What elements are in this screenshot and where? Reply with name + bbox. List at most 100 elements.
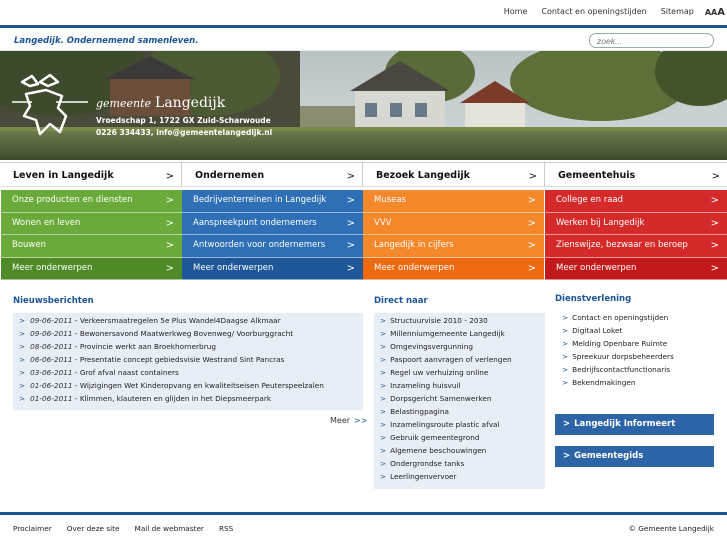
- menu-item[interactable]: College en raad >: [545, 190, 727, 213]
- news-item[interactable]: >09-06-2011 - Bewonersavond Maatwerkweg …: [19, 329, 363, 342]
- chevron-right-icon: >: [563, 451, 571, 461]
- langedijk-lion-logo: [12, 73, 88, 136]
- menu-item[interactable]: Antwoorden voor ondernemers >: [182, 235, 363, 258]
- top-nav-home[interactable]: Home: [497, 7, 535, 18]
- menu-item-more[interactable]: Meer onderwerpen >: [363, 257, 544, 280]
- col-header-bezoek[interactable]: Bezoek Langedijk >: [362, 162, 544, 187]
- chevron-right-icon: >: [380, 433, 387, 442]
- service-item[interactable]: > Contact en openingstijden: [555, 313, 715, 326]
- direct-item[interactable]: > Millenniumgemeente Langedijk: [380, 329, 545, 342]
- top-nav-sitemap[interactable]: Sitemap: [654, 7, 701, 18]
- menu-item[interactable]: Aanspreekpunt ondernemers >: [182, 213, 363, 235]
- service-item-label: Bedrijfscontactfunctionaris: [572, 365, 671, 374]
- direct-item-label: Leerlingenvervoer: [390, 472, 457, 481]
- menu-item-label: Bouwen: [12, 240, 46, 250]
- direct-item[interactable]: > Belastingpagina: [380, 407, 545, 420]
- col-header-ondernemen[interactable]: Ondernemen >: [181, 162, 362, 187]
- service-item[interactable]: > Bekendmakingen: [555, 378, 715, 391]
- col-header-label: Bezoek Langedijk: [376, 170, 470, 181]
- menu-item-label: Zienswijze, bezwaar en beroep: [556, 240, 688, 250]
- chevron-right-icon: >: [380, 472, 387, 481]
- chevron-right-icon: >: [562, 378, 569, 387]
- chevron-right-icon: >: [165, 171, 174, 182]
- col-header-gemeentehuis[interactable]: Gemeentehuis >: [544, 162, 727, 187]
- gemeentegids-button[interactable]: > Gemeentegids: [555, 446, 714, 467]
- direct-item[interactable]: > Dorpsgericht Samenwerken: [380, 394, 545, 407]
- col-header-label: Ondernemen: [195, 170, 265, 181]
- chevron-right-icon: >: [346, 262, 355, 274]
- direct-item[interactable]: > Leerlingenvervoer: [380, 472, 545, 485]
- menu-item[interactable]: Bouwen >: [1, 235, 182, 258]
- direct-item[interactable]: > Ondergrondse tanks: [380, 459, 545, 472]
- chevron-right-icon: >: [562, 365, 569, 374]
- news-title: Bewonersavond Maatwerkweg Bovenweg/ Voor…: [79, 329, 294, 338]
- chevron-right-icon: >: [527, 240, 536, 251]
- chevron-right-icon: >: [346, 240, 355, 251]
- chevron-right-icon: >: [346, 217, 355, 229]
- service-item[interactable]: > Melding Openbare Ruimte: [555, 339, 715, 352]
- chevron-right-icon: >: [19, 355, 26, 364]
- direct-item-label: Belastingpagina: [390, 407, 449, 416]
- news-item[interactable]: >03-06-2011 - Grof afval naast container…: [19, 368, 363, 381]
- font-size-large[interactable]: A: [717, 7, 725, 18]
- service-item[interactable]: > Spreekuur dorpsbeheerders: [555, 352, 715, 365]
- menu-item-more[interactable]: Meer onderwerpen >: [545, 257, 727, 280]
- font-size-small[interactable]: AA: [705, 8, 717, 17]
- direct-item[interactable]: > Structuurvisie 2010 - 2030: [380, 316, 545, 329]
- direct-item[interactable]: > Gebruik gemeentegrond: [380, 433, 545, 446]
- menu-item-more[interactable]: Meer onderwerpen >: [182, 257, 363, 280]
- chevron-right-icon: >: [562, 339, 569, 348]
- direct-item[interactable]: > Regel uw verhuizing online: [380, 368, 545, 381]
- menu-item[interactable]: Werken bij Langedijk >: [545, 213, 727, 235]
- top-nav-contact[interactable]: Contact en openingstijden: [534, 7, 653, 18]
- font-size-toggle[interactable]: AAA: [701, 7, 727, 18]
- news-item[interactable]: >01-06-2011 - Klimmen, klauteren en glij…: [19, 394, 363, 407]
- top-bar: Home Contact en openingstijden Sitemap A…: [0, 0, 727, 28]
- chevron-right-icon: >: [380, 407, 387, 416]
- menu-item-label: Aanspreekpunt ondernemers: [193, 217, 317, 228]
- chevron-right-icon: >: [19, 316, 26, 325]
- news-heading: Nieuwsberichten: [13, 296, 94, 306]
- news-more-link[interactable]: Meer >>: [330, 416, 367, 425]
- direct-item[interactable]: > Omgevingsvergunning: [380, 342, 545, 355]
- menu-item[interactable]: Onze producten en diensten >: [1, 190, 182, 213]
- menu-item[interactable]: Langedijk in cijfers >: [363, 235, 544, 258]
- news-item[interactable]: >06-06-2011 - Presentatie concept gebied…: [19, 355, 363, 368]
- chevron-right-icon: >: [19, 368, 26, 377]
- news-date: 09-06-2011: [30, 329, 73, 338]
- footer-link-mail[interactable]: Mail de webmaster: [135, 524, 204, 533]
- search-input[interactable]: [589, 33, 714, 48]
- menu-item[interactable]: VVV >: [363, 213, 544, 235]
- double-chevron-right-icon: >>: [354, 416, 368, 425]
- news-item[interactable]: >01-06-2011 - Wijzigingen Wet Kinderopva…: [19, 381, 363, 394]
- contact-info: 0226 334433, info@gemeentelangedijk.nl: [96, 128, 273, 137]
- direct-item[interactable]: > Inzamelingsroute plastic afval: [380, 420, 545, 433]
- service-item[interactable]: > Digitaal Loket: [555, 326, 715, 339]
- langedijk-informeert-button[interactable]: > Langedijk Informeert: [555, 414, 714, 435]
- menu-item[interactable]: Bedrijventerreinen in Langedijk >: [182, 190, 363, 213]
- chevron-right-icon: >: [380, 459, 387, 468]
- col-header-leven[interactable]: Leven in Langedijk >: [0, 162, 181, 187]
- news-item[interactable]: >08-06-2011 - Provincie werkt aan Broekh…: [19, 342, 363, 355]
- direct-item[interactable]: > Algemene beschouwingen: [380, 446, 545, 459]
- direct-item[interactable]: > Paspoort aanvragen of verlengen: [380, 355, 545, 368]
- menu-item[interactable]: Wonen en leven >: [1, 213, 182, 235]
- service-item[interactable]: > Bedrijfscontactfunctionaris: [555, 365, 715, 378]
- menu-ondernemen: Bedrijventerreinen in Langedijk > Aanspre…: [182, 190, 363, 280]
- news-item[interactable]: >09-06-2011 - Verkeersmaatregelen 5e Plu…: [19, 316, 363, 329]
- direct-item[interactable]: > Inzameling huisvuil: [380, 381, 545, 394]
- col-header-label: Leven in Langedijk: [13, 170, 114, 181]
- footer-link-rss[interactable]: RSS: [219, 524, 233, 533]
- menu-item-label: Meer onderwerpen: [374, 262, 455, 273]
- footer-link-about[interactable]: Over deze site: [67, 524, 120, 533]
- news-title: Wijzigingen Wet Kinderopvang en kwalitei…: [79, 381, 324, 390]
- menu-bezoek: Museas > VVV > Langedijk in cijfers > Meer …: [363, 190, 544, 280]
- menu-item[interactable]: Museas >: [363, 190, 544, 213]
- footer-link-proclaimer[interactable]: Proclaimer: [13, 524, 52, 533]
- button-label: Langedijk Informeert: [574, 419, 676, 429]
- menu-item[interactable]: Zienswijze, bezwaar en beroep >: [545, 235, 727, 258]
- chevron-right-icon: >: [380, 420, 387, 429]
- menu-item-label: Museas: [374, 195, 407, 205]
- news-date: 06-06-2011: [30, 355, 73, 364]
- menu-item-more[interactable]: Meer onderwerpen >: [1, 257, 182, 280]
